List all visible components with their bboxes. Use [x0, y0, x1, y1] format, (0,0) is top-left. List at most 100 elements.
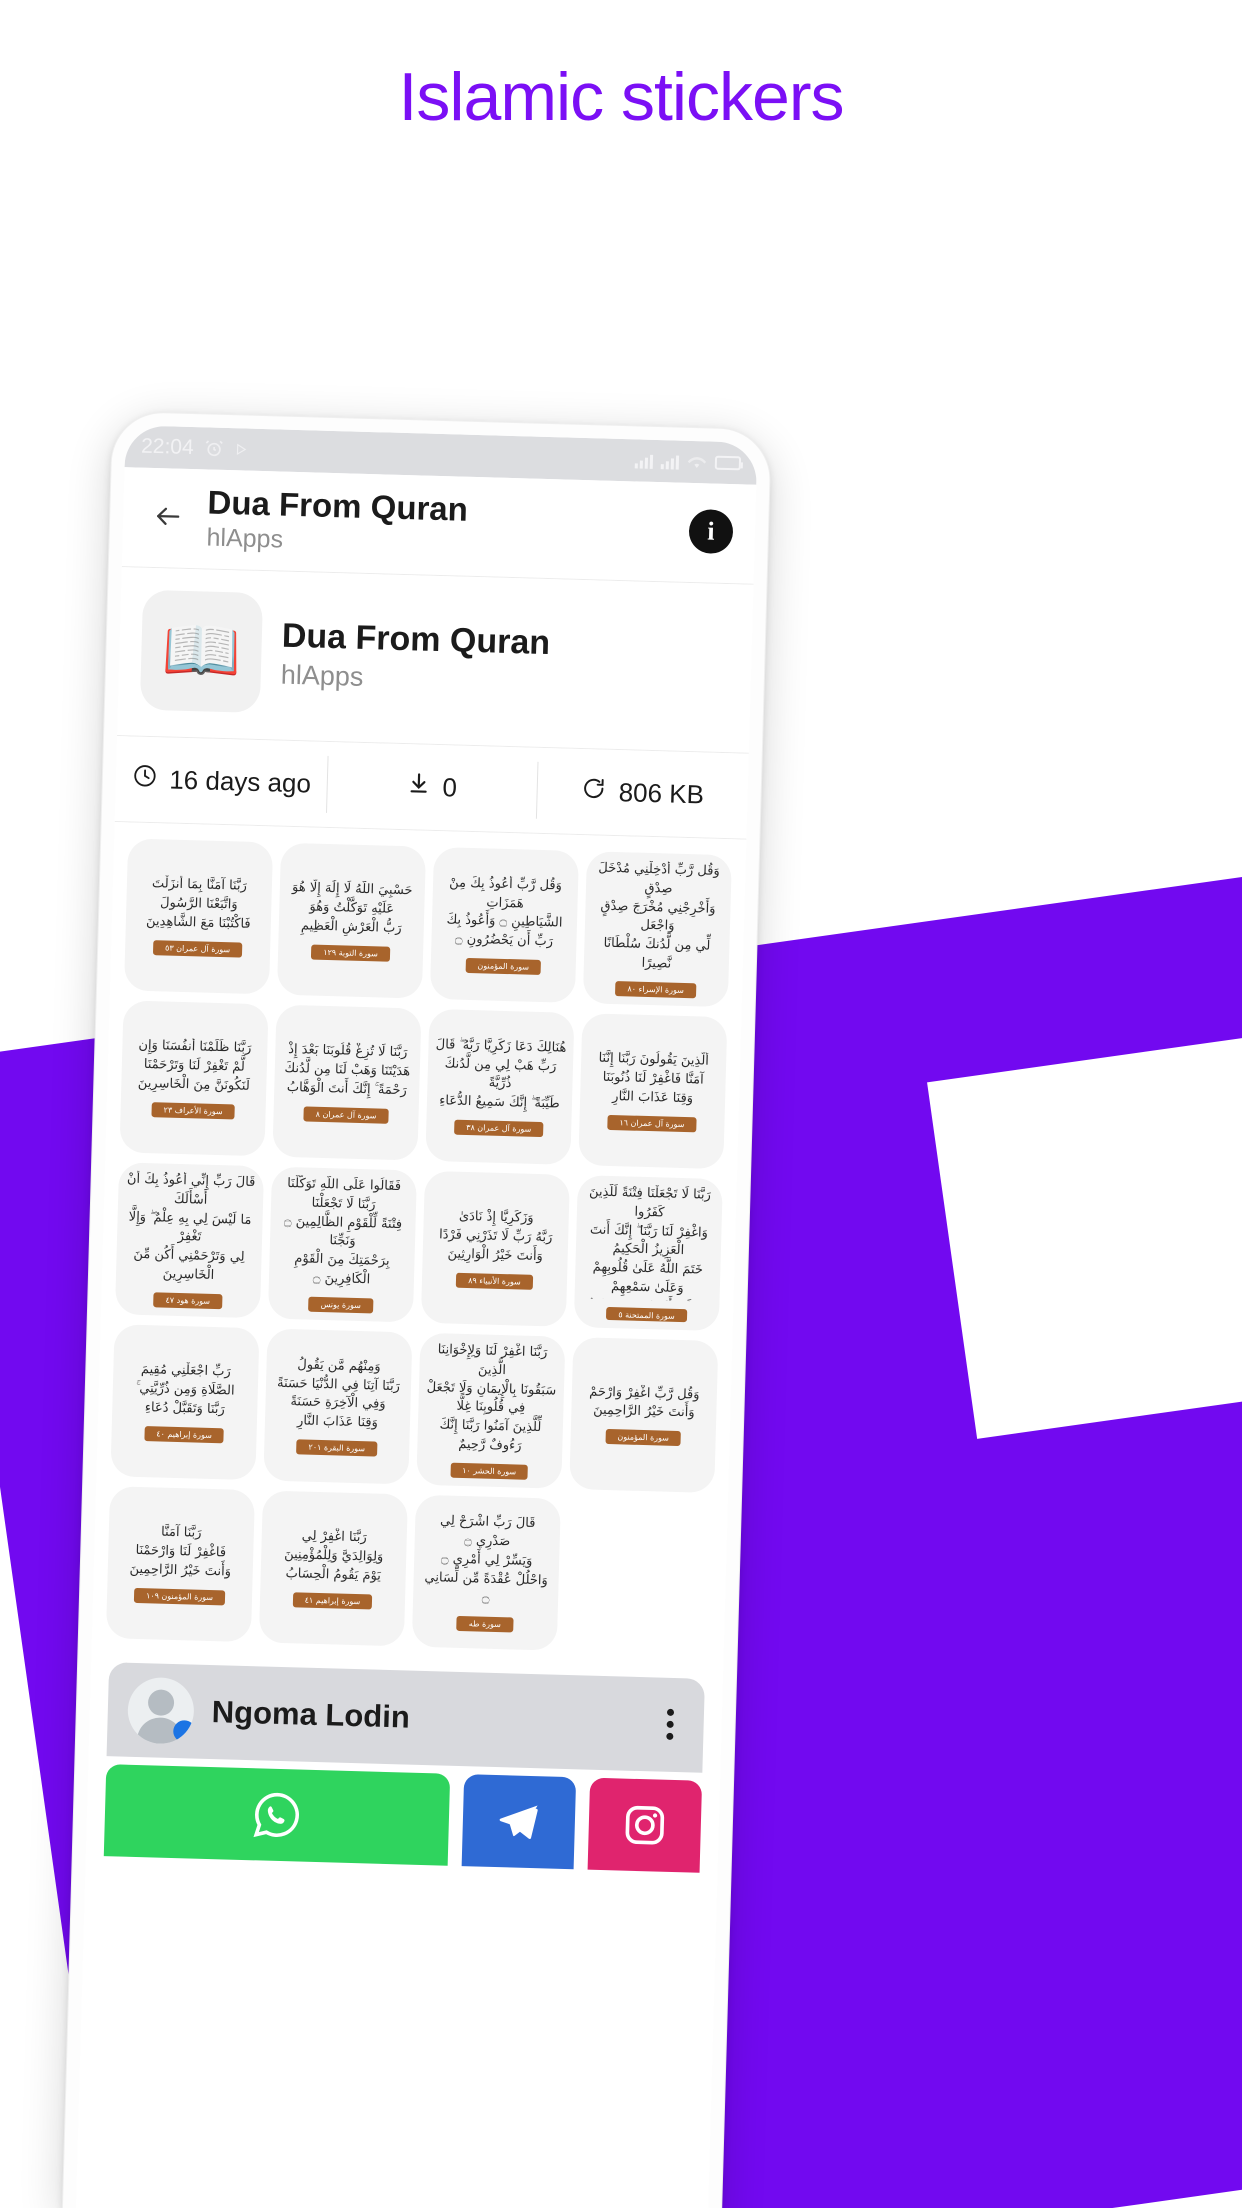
sticker-text: رَبَّنَا لَا تَجْعَلْنَا فِتْنَةً لِّلَّ… — [588, 1184, 712, 1302]
pack-title: Dua From Quran — [281, 616, 551, 663]
open-quran-book-icon: 📖 — [139, 589, 264, 713]
pack-subtitle: hlApps — [280, 659, 364, 692]
kebab-menu-icon[interactable] — [656, 1703, 684, 1747]
author-name: Ngoma Lodin — [211, 1694, 411, 1735]
sticker-tile[interactable]: وَقُل رَّبِّ أَعُوذُ بِكَ مِنْ هَمَزَاتِ… — [429, 846, 580, 1003]
signal-bars-icon-2 — [660, 453, 680, 470]
app-bar: Dua From Quran hlApps i — [121, 467, 757, 585]
sticker-text: رَبِّ اجْعَلْنِي مُقِيمَ الصَّلَاةِ وَمِ… — [135, 1362, 235, 1418]
sticker-surah-badge: سورة البقرة ٢٠١ — [296, 1439, 378, 1457]
app-bar-texts: Dua From Quran hlApps — [206, 483, 690, 565]
instagram-share-button[interactable] — [587, 1777, 703, 1873]
stat-downloads: 0 — [325, 742, 538, 833]
telegram-icon — [495, 1798, 542, 1845]
instagram-icon — [621, 1802, 668, 1849]
sticker-text: هُنَالِكَ دَعَا زَكَرِيَّا رَبَّهُ ۖ قَا… — [435, 1036, 567, 1112]
sticker-tile[interactable]: قَالَ رَبِّ اشْرَحْ لِي صَدْرِي ۝ وَيَسِ… — [411, 1494, 561, 1651]
sticker-surah-badge: سورة طه — [456, 1615, 514, 1632]
sticker-tile[interactable]: وَقُل رَّبِّ أَدْخِلْنِي مُدْخَلَ صِدْقٍ… — [582, 851, 732, 1008]
verified-badge-icon — [172, 1719, 195, 1743]
sticker-text: فَقَالُوا عَلَى اللَّهِ تَوَكَّلْنَا رَب… — [283, 1175, 403, 1288]
sticker-surah-badge: سورة المؤمنون ١٠٩ — [133, 1587, 226, 1606]
stat-downloads-value: 0 — [442, 772, 458, 803]
sticker-text: رَبَّنَا آمَنَّا بِمَا أَنزَلْتَ وَاتَّب… — [145, 876, 251, 932]
page-title: Islamic stickers — [398, 59, 845, 135]
sticker-text: أَلَّذِينَ يَقُولُونَ رَبَّنَا إِنَّنَا … — [598, 1050, 710, 1107]
sticker-surah-badge: سورة آل عمران ٨ — [303, 1106, 389, 1124]
sticker-surah-badge: سورة التوبة ١٢٩ — [311, 944, 391, 962]
sticker-text: رَبَّنَا لَا تُزِغْ قُلُوبَنَا بَعْدَ إِ… — [284, 1042, 411, 1099]
download-icon — [406, 770, 431, 804]
sticker-text: قَالَ رَبِّ اشْرَحْ لِي صَدْرِي ۝ وَيَسِ… — [424, 1513, 548, 1606]
battery-icon — [714, 455, 742, 471]
back-arrow-icon[interactable] — [145, 493, 192, 540]
sticker-text: حَسْبِيَ اللَّهُ لَا إِلَٰهَ إِلَّا هُوَ… — [291, 880, 413, 936]
whatsapp-icon — [249, 1787, 304, 1842]
sticker-tile[interactable]: رَبَّنَا آمَنَّا بِمَا أَنزَلْتَ وَاتَّب… — [123, 838, 274, 995]
sticker-surah-badge: سورة إبراهيم ٤١ — [292, 1591, 373, 1610]
play-icon — [233, 442, 247, 456]
sticker-surah-badge: سورة آل عمران ١٦ — [607, 1114, 697, 1133]
clock-icon — [131, 762, 158, 796]
sticker-surah-badge: سورة يونس — [308, 1296, 374, 1314]
screenshot-root: Islamic stickers 22:04 Dua From Quran hl… — [0, 0, 1242, 2208]
user-avatar-icon — [126, 1676, 195, 1745]
sticker-text: رَبَّنَا ظَلَمْنَا أَنفُسَنَا وَإِن لَّم… — [137, 1037, 252, 1094]
sticker-surah-badge: سورة الحشر ١٠ — [449, 1462, 529, 1480]
stat-size: 806 KB — [536, 748, 749, 839]
refresh-size-icon — [580, 775, 607, 809]
sticker-text: وَمِنْهُم مَّن يَقُولُ رَبَّنَا آتِنَا ف… — [276, 1357, 401, 1431]
sticker-pack-card[interactable]: 📖 Dua From Quran hlApps — [117, 567, 754, 754]
stat-size-value: 806 KB — [618, 777, 705, 810]
sticker-tile[interactable]: هُنَالِكَ دَعَا زَكَرِيَّا رَبَّهُ ۖ قَا… — [425, 1008, 575, 1165]
sticker-grid: رَبَّنَا آمَنَّا بِمَا أَنزَلْتَ وَاتَّب… — [91, 821, 747, 1666]
sticker-text: وَقُل رَّبِّ اغْفِرْ وَارْحَمْ وَأَنتَ خ… — [589, 1384, 700, 1421]
sticker-surah-badge: سورة الممتحنة ٥ — [606, 1307, 688, 1323]
sticker-surah-badge: سورة المؤمنون — [465, 957, 542, 976]
sticker-tile[interactable]: وَقُل رَّبِّ اغْفِرْ وَارْحَمْ وَأَنتَ خ… — [569, 1336, 719, 1493]
status-bar-left: 22:04 — [141, 435, 248, 462]
sticker-text: قَالَ رَبِّ إِنِّي أَعُوذُ بِكَ أَنْ أَس… — [126, 1171, 256, 1284]
info-button[interactable]: i — [688, 509, 734, 555]
sticker-tile[interactable]: وَمِنْهُم مَّن يَقُولُ رَبَّنَا آتِنَا ف… — [263, 1328, 413, 1485]
stat-updated-value: 16 days ago — [168, 764, 312, 799]
sticker-text: وَقُل رَّبِّ أَعُوذُ بِكَ مِنْ هَمَزَاتِ… — [446, 875, 563, 950]
sticker-tile[interactable]: فَقَالُوا عَلَى اللَّهِ تَوَكَّلْنَا رَب… — [267, 1166, 418, 1323]
sticker-surah-badge: سورة المؤمنون — [605, 1429, 682, 1447]
sticker-surah-badge: سورة هود ٤٧ — [153, 1292, 223, 1310]
stat-updated: 16 days ago — [115, 736, 328, 827]
sticker-surah-badge: سورة الأنبياء ٨٩ — [455, 1272, 533, 1290]
whatsapp-share-button[interactable] — [103, 1764, 451, 1866]
sticker-tile[interactable]: رَبَّنَا اغْفِرْ لَنَا وَلِإِخْوَانِنَا … — [416, 1332, 566, 1489]
sticker-surah-badge: سورة آل عمران ٥٣ — [152, 939, 243, 958]
sticker-tile[interactable]: حَسْبِيَ اللَّهُ لَا إِلَٰهَ إِلَّا هُوَ… — [276, 842, 427, 999]
sticker-surah-badge: سورة آل عمران ٣٨ — [454, 1119, 544, 1138]
sticker-tile[interactable]: رَبَّنَا ظَلَمْنَا أَنفُسَنَا وَإِن لَّم… — [119, 1000, 269, 1157]
sticker-tile[interactable]: قَالَ رَبِّ إِنِّي أَعُوذُ بِكَ أَنْ أَس… — [114, 1162, 265, 1319]
status-bar-right — [634, 452, 742, 471]
author-bar[interactable]: Ngoma Lodin — [106, 1662, 705, 1773]
telegram-share-button[interactable] — [461, 1774, 577, 1870]
sticker-surah-badge: سورة الأعراف ٢٣ — [151, 1101, 235, 1120]
phone-mockup: 22:04 Dua From Quran hlApps i 📖 Dua From… — [61, 410, 772, 2208]
phone-screen: 22:04 Dua From Quran hlApps i 📖 Dua From… — [75, 425, 758, 2208]
sticker-tile[interactable]: رَبَّنَا لَا تُزِغْ قُلُوبَنَا بَعْدَ إِ… — [272, 1004, 422, 1161]
sticker-tile[interactable]: رَبَّنَا آمَنَّا فَاغْفِرْ لَنَا وَارْحَ… — [105, 1486, 256, 1643]
sticker-tile[interactable]: رَبَّنَا اغْفِرْ لِي وَلِوَالِدَيَّ وَلِ… — [258, 1490, 408, 1647]
wifi-icon — [687, 454, 707, 471]
sticker-text: وَزَكَرِيَّا إِذْ نَادَىٰ رَبَّهُ رَبِّ … — [438, 1208, 553, 1264]
sticker-tile[interactable]: وَزَكَرِيَّا إِذْ نَادَىٰ رَبَّهُ رَبِّ … — [420, 1170, 570, 1327]
alarm-clock-icon — [203, 438, 224, 459]
sticker-text: رَبَّنَا اغْفِرْ لِي وَلِوَالِدَيَّ وَلِ… — [283, 1528, 384, 1584]
signal-bars-icon — [634, 452, 654, 469]
sticker-surah-badge: سورة إبراهيم ٤٠ — [144, 1425, 225, 1444]
sticker-text: رَبَّنَا اغْفِرْ لَنَا وَلِإِخْوَانِنَا … — [426, 1342, 557, 1454]
sticker-tile[interactable]: رَبِّ اجْعَلْنِي مُقِيمَ الصَّلَاةِ وَمِ… — [110, 1324, 260, 1481]
sticker-surah-badge: سورة الإسراء ٨٠ — [615, 981, 697, 999]
sticker-tile[interactable]: أَلَّذِينَ يَقُولُونَ رَبَّنَا إِنَّنَا … — [578, 1013, 728, 1170]
status-time: 22:04 — [140, 434, 195, 460]
sticker-tile[interactable]: رَبَّنَا لَا تَجْعَلْنَا فِتْنَةً لِّلَّ… — [573, 1175, 723, 1332]
sticker-text: وَقُل رَّبِّ أَدْخِلْنِي مُدْخَلَ صِدْقٍ… — [598, 860, 720, 972]
pack-texts: Dua From Quran hlApps — [280, 617, 550, 698]
sticker-text: رَبَّنَا آمَنَّا فَاغْفِرْ لَنَا وَارْحَ… — [129, 1524, 232, 1580]
